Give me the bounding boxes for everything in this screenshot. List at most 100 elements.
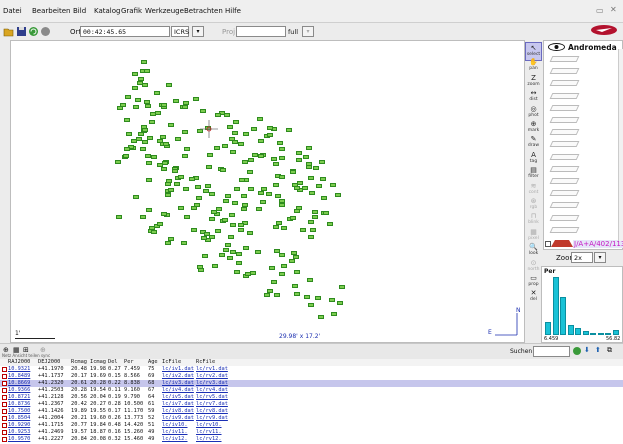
catalog-source-marker[interactable] — [274, 293, 281, 298]
catalog-source-marker[interactable] — [115, 215, 122, 220]
catalog-source-marker[interactable] — [278, 272, 285, 277]
catalog-source-marker[interactable] — [247, 187, 254, 192]
catalog-source-marker[interactable] — [140, 147, 146, 152]
catalog-source-marker[interactable] — [201, 235, 207, 240]
table-cell[interactable]: lc/iv8.dat — [162, 408, 194, 415]
scroll-up-icon[interactable]: ⬆ — [595, 346, 601, 354]
catalog-source-marker[interactable] — [196, 195, 203, 200]
catalog-source-marker[interactable] — [269, 265, 276, 270]
row-select-checkbox[interactable] — [2, 402, 7, 407]
catalog-source-marker[interactable] — [270, 280, 277, 285]
catalog-source-marker[interactable] — [235, 260, 242, 265]
table-cell[interactable]: lc/rv1.dat — [196, 366, 228, 373]
table-cell[interactable]: lc/iv12. — [162, 436, 188, 443]
menu-betrachten[interactable]: Betrachten — [184, 7, 223, 15]
catalog-source-marker[interactable] — [327, 222, 334, 227]
stack-scrollbar[interactable] — [618, 49, 623, 241]
catalog-source-marker[interactable] — [314, 295, 321, 300]
catalog-source-marker[interactable] — [306, 161, 313, 166]
catalog-source-marker[interactable] — [184, 214, 191, 219]
table-cell[interactable]: lc/iv1.dat — [162, 366, 194, 373]
stack-empty-slot[interactable] — [549, 226, 580, 233]
catalog-source-marker[interactable] — [182, 105, 189, 109]
menu-datei[interactable]: Datei — [3, 7, 22, 15]
catalog-source-marker[interactable] — [218, 253, 225, 258]
catalog-source-marker[interactable] — [140, 60, 147, 64]
stop-icon[interactable] — [40, 26, 51, 37]
row-select-checkbox[interactable] — [2, 381, 7, 386]
catalog-source-marker[interactable] — [135, 97, 142, 102]
row-select-checkbox[interactable] — [2, 409, 7, 414]
table-cell[interactable]: lc/iv2.dat — [162, 373, 194, 380]
stack-empty-slot[interactable] — [549, 190, 580, 197]
menu-bearbeiten[interactable]: Bearbeiten — [32, 7, 70, 15]
table-cell[interactable]: 10.8669 — [8, 380, 30, 387]
catalog-source-marker[interactable] — [174, 181, 180, 186]
catalog-source-marker[interactable] — [209, 216, 215, 221]
catalog-source-marker[interactable] — [292, 284, 299, 289]
column-header[interactable]: Icmag — [90, 359, 106, 366]
stack-empty-slot[interactable] — [549, 80, 580, 87]
catalog-source-marker[interactable] — [241, 202, 248, 207]
catalog-source-marker[interactable] — [308, 235, 315, 240]
column-header[interactable]: Rcmag — [71, 359, 87, 366]
catalog-source-marker[interactable] — [195, 185, 202, 190]
catalog-source-marker[interactable] — [166, 82, 173, 87]
catalog-source-marker[interactable] — [123, 117, 130, 122]
catalog-source-marker[interactable] — [336, 300, 343, 305]
catalog-source-marker[interactable] — [204, 231, 211, 236]
catalog-source-marker[interactable] — [260, 200, 267, 205]
eye-icon[interactable] — [548, 43, 565, 51]
table-cell[interactable]: 10.8721 — [8, 394, 30, 401]
open-folder-icon[interactable] — [3, 26, 14, 37]
row-select-checkbox[interactable] — [2, 430, 7, 435]
catalog-source-marker[interactable] — [267, 132, 274, 137]
scroll-down-icon[interactable]: ⬇ — [584, 346, 590, 354]
table-cell[interactable]: 10.8736 — [8, 401, 30, 408]
catalog-source-marker[interactable] — [278, 146, 285, 151]
catalog-source-marker[interactable] — [307, 278, 314, 283]
catalog-source-marker[interactable] — [211, 264, 218, 269]
catalog-source-marker[interactable] — [226, 124, 233, 129]
stack-empty-slot[interactable] — [549, 56, 580, 62]
menu-katalog[interactable]: Katalog — [94, 7, 120, 15]
stack-empty-slot[interactable] — [549, 129, 580, 136]
table-row[interactable]: 10.7500 +41.1426 19.89 19.55 0.17 11.170 59 lc/… — [0, 408, 623, 415]
table-row[interactable]: 10.9321 +41.1970 20.48 19.98 0.27 7.459 75 lc/i… — [0, 366, 623, 373]
catalog-source-marker[interactable] — [318, 159, 325, 164]
stack-empty-slot[interactable] — [549, 68, 580, 75]
zoom-dropdown-icon[interactable]: ▾ — [594, 252, 606, 263]
catalog-source-marker[interactable] — [141, 83, 148, 88]
catalog-source-marker[interactable] — [209, 191, 215, 196]
catalog-source-marker[interactable] — [219, 167, 226, 172]
column-header[interactable]: RcFile — [196, 359, 215, 366]
catalog-source-marker[interactable] — [164, 193, 171, 198]
catalog-source-marker[interactable] — [223, 199, 230, 204]
catalog-source-marker[interactable] — [231, 131, 238, 135]
catalog-source-marker[interactable] — [226, 255, 233, 260]
catalog-source-marker[interactable] — [237, 222, 244, 227]
catalog-source-marker[interactable] — [230, 222, 237, 227]
catalog-source-marker[interactable] — [267, 125, 274, 130]
catalog-source-marker[interactable] — [238, 177, 245, 182]
catalog-source-marker[interactable] — [317, 315, 324, 319]
table-cell[interactable]: lc/iv9.dat — [162, 415, 194, 422]
catalog-source-marker[interactable] — [233, 269, 240, 274]
window-minimize-icon[interactable]: ▭ — [596, 6, 604, 15]
catalog-source-marker[interactable] — [330, 183, 337, 187]
column-header[interactable]: Del — [108, 359, 118, 366]
table-cell[interactable]: lc/rv7.dat — [196, 401, 228, 408]
table-row[interactable]: 10.8489 +41.1737 20.17 19.69 0.15 8.566 69 lc/i… — [0, 373, 623, 380]
catalog-source-marker[interactable] — [135, 136, 142, 141]
catalog-source-marker[interactable] — [290, 251, 297, 255]
catalog-source-marker[interactable] — [274, 193, 281, 198]
catalog-source-marker[interactable] — [335, 193, 342, 198]
catalog-source-marker[interactable] — [131, 85, 138, 90]
table-row[interactable]: 10.9290 +41.1715 20.77 19.84 0.48 14.420 51 lc/… — [0, 422, 623, 429]
catalog-source-marker[interactable] — [300, 228, 307, 233]
catalog-source-marker[interactable] — [281, 263, 287, 268]
catalog-source-marker[interactable] — [256, 116, 263, 121]
catalog-source-marker[interactable] — [211, 209, 218, 214]
table-cell[interactable]: lc/rv11. — [196, 429, 222, 436]
catalog-source-marker[interactable] — [224, 243, 231, 248]
